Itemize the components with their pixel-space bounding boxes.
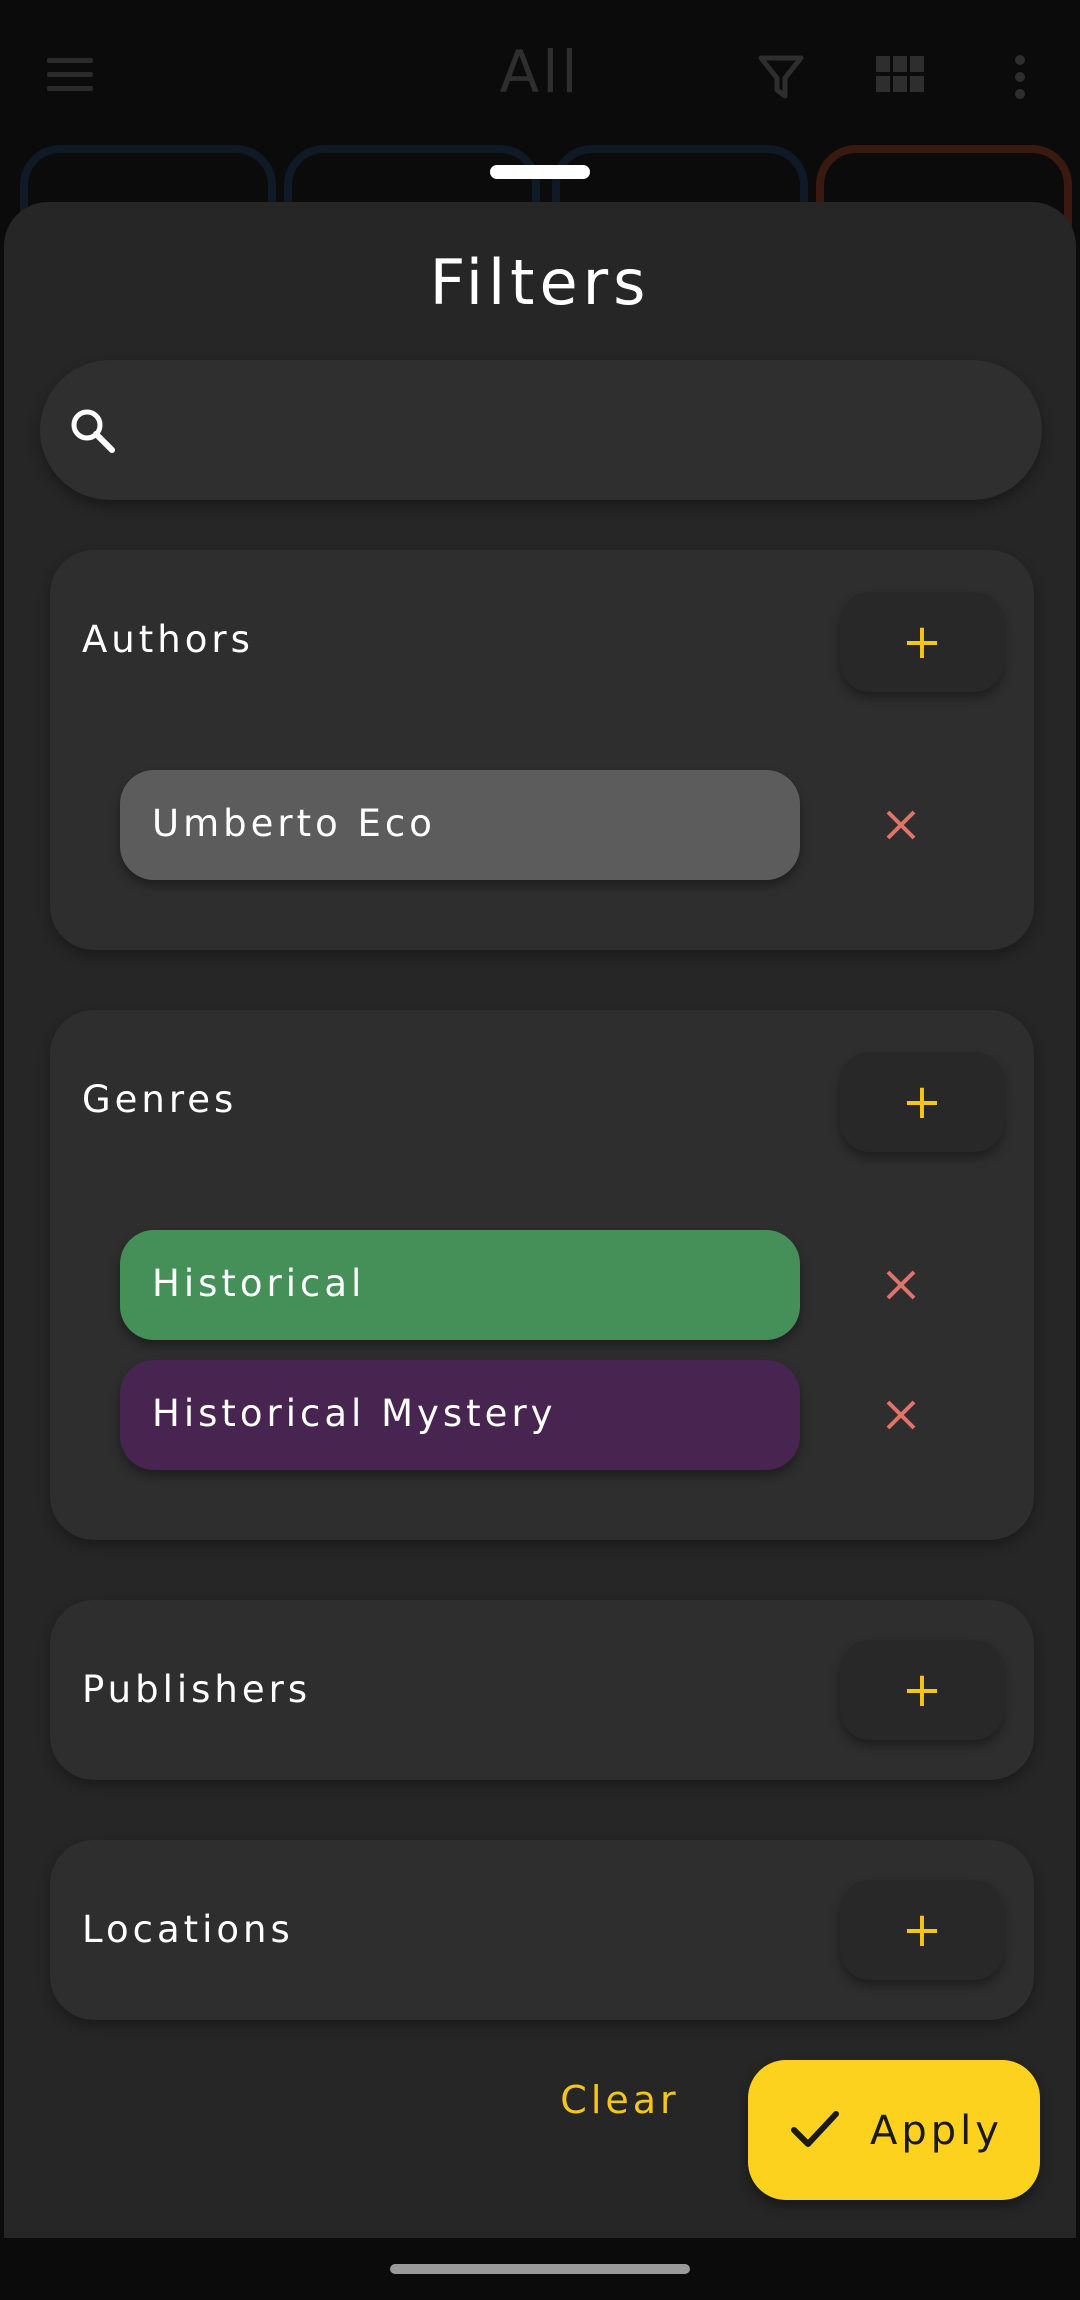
authors-section: Authors + Umberto Eco	[50, 550, 1034, 950]
publishers-label: Publishers	[82, 1668, 312, 1711]
add-genre-button[interactable]: +	[840, 1052, 1004, 1152]
search-icon	[68, 406, 116, 458]
clear-button[interactable]: Clear	[540, 2060, 700, 2140]
add-location-button[interactable]: +	[840, 1880, 1004, 1980]
add-author-button[interactable]: +	[840, 592, 1004, 692]
chip-label: Historical	[152, 1262, 366, 1305]
filter-icon[interactable]	[758, 54, 804, 104]
search-bar[interactable]	[40, 360, 1042, 500]
publishers-section: Publishers +	[50, 1600, 1034, 1780]
app-bar: All	[0, 0, 1080, 150]
system-nav-bar	[0, 2238, 1080, 2300]
grid-icon[interactable]	[876, 56, 924, 96]
chip-label: Umberto Eco	[152, 802, 436, 845]
apply-button[interactable]: Apply	[748, 2060, 1040, 2200]
locations-section: Locations +	[50, 1840, 1034, 2020]
genres-section: Genres + Historical Historical Mystery	[50, 1010, 1034, 1540]
genre-chip[interactable]: Historical Mystery	[120, 1360, 800, 1470]
filters-sheet: Filters Authors + Umberto Eco Genres + H…	[4, 202, 1076, 2238]
add-publisher-button[interactable]: +	[840, 1640, 1004, 1740]
locations-label: Locations	[82, 1908, 294, 1951]
remove-genre-icon[interactable]	[876, 1390, 926, 1440]
more-vert-icon[interactable]	[1010, 54, 1030, 104]
author-chip[interactable]: Umberto Eco	[120, 770, 800, 880]
apply-label: Apply	[870, 2108, 1003, 2154]
authors-label: Authors	[82, 618, 254, 661]
remove-genre-icon[interactable]	[876, 1260, 926, 1310]
genres-label: Genres	[82, 1078, 238, 1121]
search-input[interactable]	[140, 390, 1004, 472]
chip-label: Historical Mystery	[152, 1392, 557, 1435]
check-icon	[790, 2106, 840, 2162]
remove-author-icon[interactable]	[876, 800, 926, 850]
sheet-title: Filters	[429, 246, 651, 319]
genre-chip[interactable]: Historical	[120, 1230, 800, 1340]
home-gesture-pill[interactable]	[390, 2264, 690, 2274]
drag-handle[interactable]	[490, 165, 590, 179]
